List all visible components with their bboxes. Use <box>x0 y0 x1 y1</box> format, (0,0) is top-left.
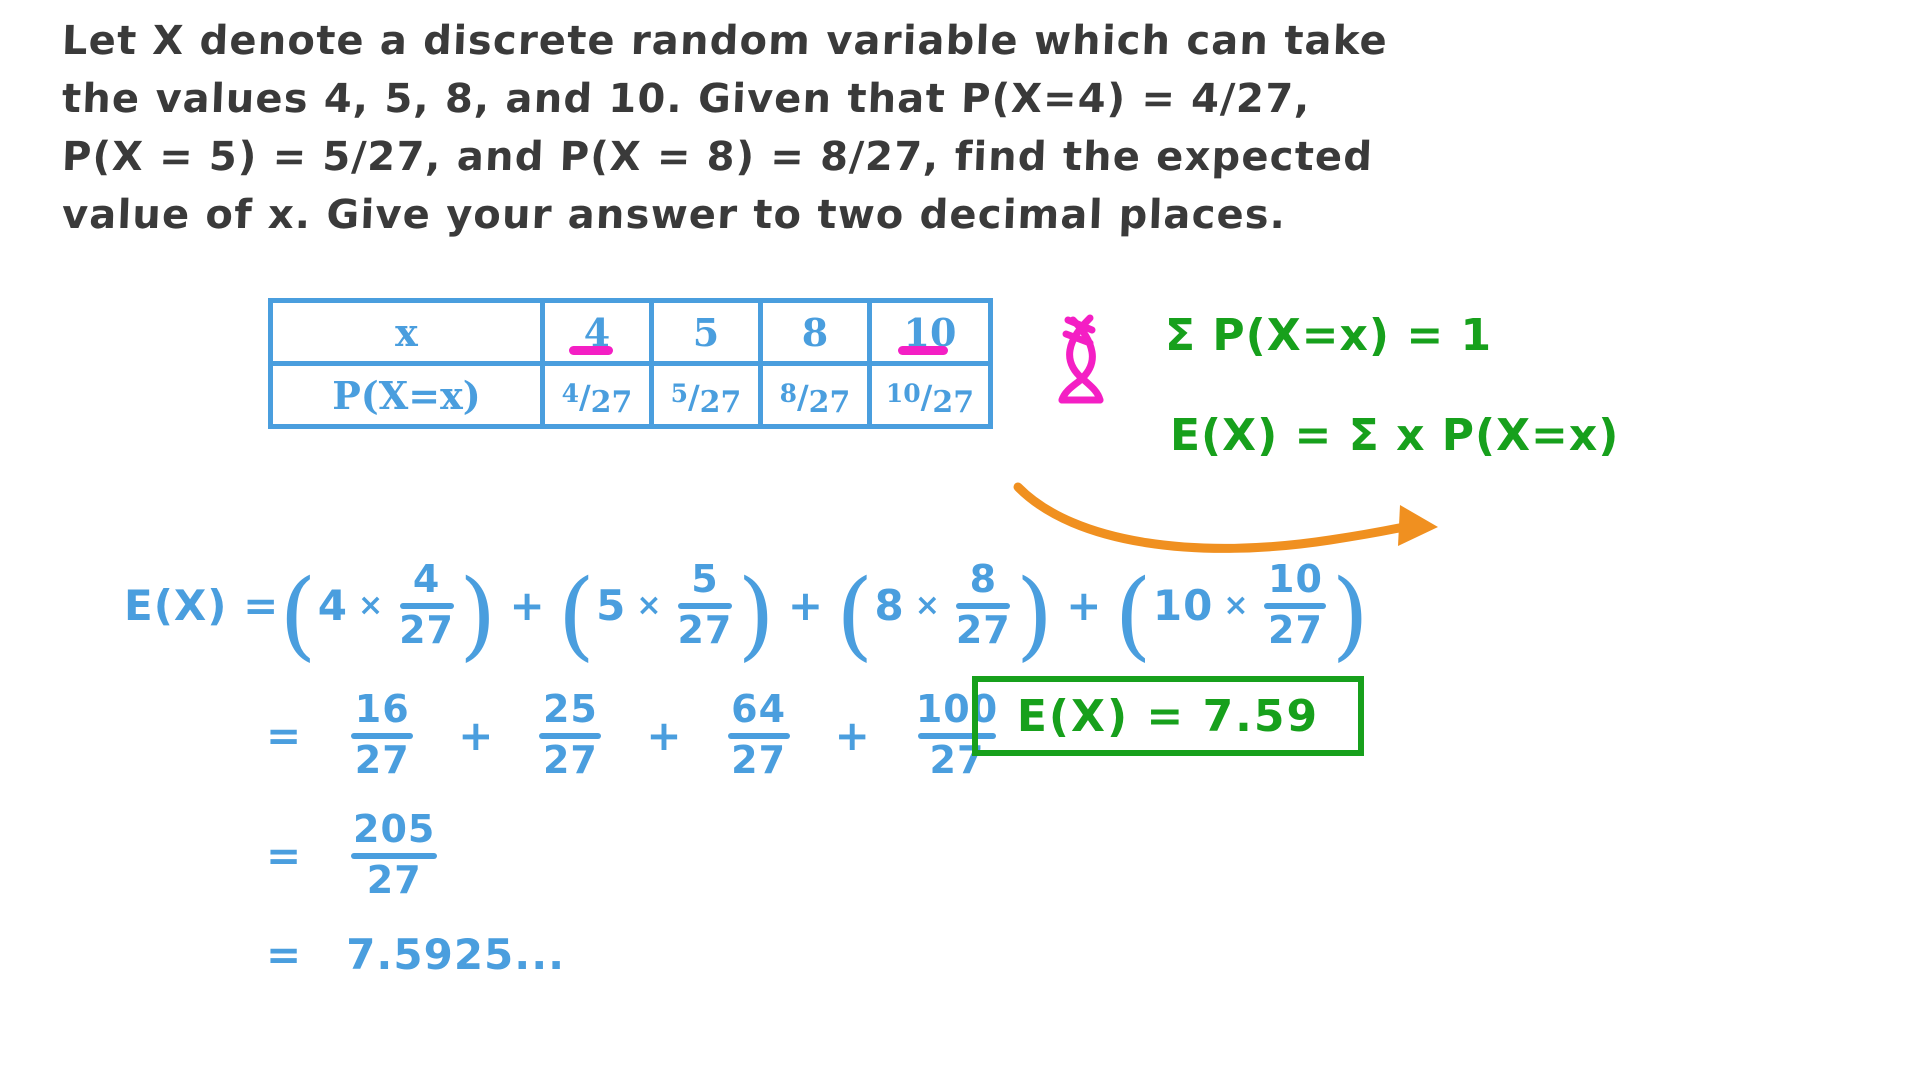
term-1-times: × <box>357 587 385 623</box>
annotation-sum-rule: Σ P(X=x) = 1 <box>1165 310 1493 361</box>
working-line-4: = 7.5925... <box>266 930 565 979</box>
final-answer-text: E(X) = 7.59 <box>1016 690 1320 742</box>
result-fraction: 205 27 <box>351 807 438 902</box>
plus-5: + <box>646 710 683 760</box>
magenta-underline-10 <box>898 346 948 355</box>
result-numerator: 205 <box>353 807 436 851</box>
term-1-fraction: 4 27 <box>399 557 454 652</box>
term-1-coefficient: 4 <box>317 580 348 630</box>
term-4-fraction: 10 27 <box>1264 557 1327 652</box>
term-2-denominator: 27 <box>677 607 733 652</box>
plus-3: + <box>1066 580 1103 630</box>
probability-cell-2: 5/27 <box>649 361 763 429</box>
table-row-x: x 4 5 8 10 <box>268 298 993 366</box>
plus-6: + <box>834 710 871 760</box>
table-row-probability: P(X=x) 4/27 5/27 8/27 10/27 <box>268 361 993 429</box>
prob-denominator-3: 27 <box>808 385 851 420</box>
plus-2: + <box>787 580 825 630</box>
sum-term-2-numerator: 25 <box>542 687 598 731</box>
working-line4-equals: = <box>266 930 303 979</box>
prob-denominator-4: 27 <box>932 385 975 420</box>
prob-numerator-1: 4 <box>561 379 579 408</box>
probability-cell-1: 4/27 <box>540 361 654 429</box>
working-line3-equals: = <box>266 830 303 880</box>
worksheet-canvas: Let X denote a discrete random variable … <box>0 0 1920 1080</box>
row-label-probability: P(X=x) <box>268 361 545 429</box>
orange-curved-arrow-icon <box>1013 482 1438 553</box>
sum-term-2-denominator: 27 <box>542 737 598 782</box>
prob-numerator-3: 8 <box>779 379 797 408</box>
magenta-bracket-icon <box>1058 314 1104 404</box>
sum-term-2-fraction: 25 27 <box>539 687 602 782</box>
row-label-x: x <box>268 298 545 366</box>
term-3-fraction: 8 27 <box>955 557 1011 652</box>
magenta-underline-4 <box>569 346 613 355</box>
prob-numerator-4: 10 <box>885 379 921 408</box>
probability-cell-3: 8/27 <box>758 361 872 429</box>
plus-1: + <box>509 580 546 630</box>
term-1-denominator: 27 <box>399 607 454 652</box>
working-lhs: E(X) = <box>124 580 280 630</box>
problem-line-2: the values 4, 5, 8, and 10. Given that P… <box>61 76 1312 122</box>
term-4-times: × <box>1223 587 1250 623</box>
working-line-2: = 16 27 + 25 27 + 64 27 + 100 27 <box>266 687 1003 782</box>
problem-line-4: value of x. Give your answer to two deci… <box>61 192 1288 238</box>
result-denominator: 27 <box>366 857 422 902</box>
sum-term-1-fraction: 16 27 <box>351 687 414 782</box>
term-4-denominator: 27 <box>1268 607 1323 652</box>
working-line-3: = 205 27 <box>266 807 442 902</box>
term-2-times: × <box>636 587 663 623</box>
annotation-expectation-rule: E(X) = Σ x P(X=x) <box>1170 410 1620 461</box>
term-4-numerator: 10 <box>1268 557 1323 601</box>
term-3-denominator: 27 <box>955 607 1011 652</box>
sum-term-1-denominator: 27 <box>354 737 410 782</box>
term-3-coefficient: 8 <box>874 580 905 630</box>
plus-4: + <box>458 710 495 760</box>
working-line2-equals: = <box>266 710 303 760</box>
x-value-cell-3: 8 <box>758 298 872 366</box>
sum-term-3-numerator: 64 <box>731 687 787 731</box>
term-2-coefficient: 5 <box>596 580 627 630</box>
x-value-cell-1: 4 <box>540 298 654 366</box>
term-1-numerator: 4 <box>412 557 441 601</box>
working-line-1: E(X) = ( 4 × 4 27 ) + ( 5 × 5 27 ) + ( 8… <box>124 557 1370 672</box>
prob-denominator-1: 27 <box>590 385 633 420</box>
final-answer-box: E(X) = 7.59 <box>972 676 1364 756</box>
term-3-times: × <box>914 587 941 623</box>
sum-term-3-fraction: 64 27 <box>727 687 790 782</box>
term-3-numerator: 8 <box>969 557 998 601</box>
term-2-numerator: 5 <box>691 557 719 601</box>
decimal-result: 7.5925... <box>346 930 566 979</box>
sum-term-1-numerator: 16 <box>354 687 410 731</box>
probability-cell-4: 10/27 <box>867 361 993 429</box>
term-4-coefficient: 10 <box>1152 580 1214 630</box>
prob-denominator-2: 27 <box>699 385 742 420</box>
probability-distribution-table: x 4 5 8 10 P(X=x) 4/27 5/27 8/27 10/27 <box>268 298 993 429</box>
term-2-fraction: 5 27 <box>677 557 733 652</box>
prob-numerator-2: 5 <box>670 379 688 408</box>
sum-term-3-denominator: 27 <box>731 737 787 782</box>
problem-line-3: P(X = 5) = 5/27, and P(X = 8) = 8/27, fi… <box>61 134 1374 180</box>
x-value-cell-2: 5 <box>649 298 763 366</box>
x-value-cell-4: 10 <box>867 298 993 366</box>
problem-line-1: Let X denote a discrete random variable … <box>61 18 1389 64</box>
